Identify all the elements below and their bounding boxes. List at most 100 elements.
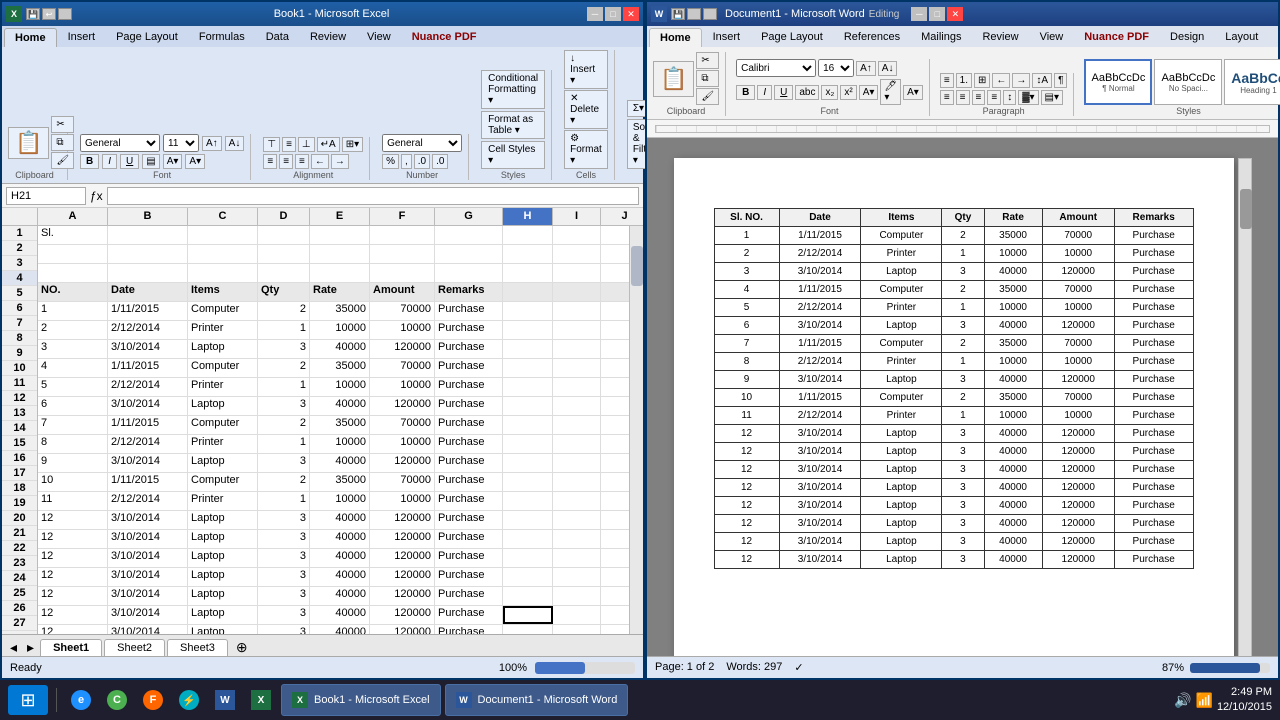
cell-I2[interactable]	[553, 245, 601, 263]
cell-D2[interactable]	[258, 245, 310, 263]
cell-I5[interactable]	[553, 302, 601, 320]
cell-G8[interactable]: Purchase	[435, 359, 503, 377]
cell-B17[interactable]: 3/10/2014	[108, 530, 188, 548]
cell-F17[interactable]: 120000	[370, 530, 435, 548]
cell-E8[interactable]: 35000	[310, 359, 370, 377]
cell-G7[interactable]: Purchase	[435, 340, 503, 358]
cell-G15[interactable]: Purchase	[435, 492, 503, 510]
cell-E6[interactable]: 10000	[310, 321, 370, 339]
cell-A11[interactable]: 7	[38, 416, 108, 434]
cell-J12[interactable]	[601, 435, 629, 453]
word-font-color-btn[interactable]: A▾	[859, 85, 879, 100]
align-bottom-btn[interactable]: ⊥	[298, 137, 315, 152]
cell-D17[interactable]: 3	[258, 530, 310, 548]
cell-B15[interactable]: 2/12/2014	[108, 492, 188, 510]
excel-tab-nuance[interactable]: Nuance PDF	[402, 28, 487, 47]
cell-H12[interactable]	[503, 435, 553, 453]
cell-H21[interactable]	[503, 606, 553, 624]
cell-J21[interactable]	[601, 606, 629, 624]
align-left-btn[interactable]: ≡	[263, 154, 277, 169]
word-redo-btn[interactable]	[703, 8, 717, 20]
comma-btn[interactable]: ,	[401, 154, 412, 169]
cell-E4[interactable]: Rate	[310, 283, 370, 301]
cell-D19[interactable]: 3	[258, 568, 310, 586]
cell-C19[interactable]: Laptop	[188, 568, 258, 586]
word-zoom-slider[interactable]	[1190, 663, 1270, 673]
cell-I11[interactable]	[553, 416, 601, 434]
cell-I1[interactable]	[553, 226, 601, 244]
cell-B22[interactable]: 3/10/2014	[108, 625, 188, 634]
excel-undo[interactable]: ↩	[42, 8, 56, 20]
underline-btn[interactable]: U	[120, 154, 139, 169]
cell-C14[interactable]: Computer	[188, 473, 258, 491]
taskbar-excel-icon[interactable]: X	[245, 684, 277, 716]
cell-G11[interactable]: Purchase	[435, 416, 503, 434]
cell-A17[interactable]: 12	[38, 530, 108, 548]
cell-H17[interactable]	[503, 530, 553, 548]
word-tab-nuance[interactable]: Nuance PDF	[1074, 28, 1159, 47]
cell-G2[interactable]	[435, 245, 503, 263]
cell-H22[interactable]	[503, 625, 553, 634]
word-minimize-btn[interactable]: ─	[911, 7, 927, 21]
cell-F3[interactable]	[370, 264, 435, 282]
cell-H11[interactable]	[503, 416, 553, 434]
cell-H19[interactable]	[503, 568, 553, 586]
italic-btn[interactable]: I	[102, 154, 117, 169]
scrollbar-thumb[interactable]	[631, 246, 643, 286]
cell-J7[interactable]	[601, 340, 629, 358]
cell-F5[interactable]: 70000	[370, 302, 435, 320]
cell-H7[interactable]	[503, 340, 553, 358]
cell-I20[interactable]	[553, 587, 601, 605]
word-text-effects-btn[interactable]: A▾	[903, 85, 923, 100]
cell-H16[interactable]	[503, 511, 553, 529]
word-sort-btn[interactable]: ↕A	[1032, 73, 1052, 88]
conditional-format-btn[interactable]: Conditional Formatting ▾	[481, 70, 545, 109]
word-format-painter-btn[interactable]: 🖌	[696, 88, 719, 105]
cell-A6[interactable]: 2	[38, 321, 108, 339]
word-bullets-btn[interactable]: ≡	[940, 73, 954, 88]
cell-H10[interactable]	[503, 397, 553, 415]
cell-A3[interactable]	[38, 264, 108, 282]
col-header-H[interactable]: H	[503, 208, 553, 225]
style-nospace-btn[interactable]: AaBbCcDc No Spaci...	[1154, 59, 1222, 105]
cell-J1[interactable]	[601, 226, 629, 244]
merge-btn[interactable]: ⊞▾	[342, 137, 363, 152]
cell-E17[interactable]: 40000	[310, 530, 370, 548]
cell-F9[interactable]: 10000	[370, 378, 435, 396]
cell-B9[interactable]: 2/12/2014	[108, 378, 188, 396]
excel-tab-insert[interactable]: Insert	[58, 28, 106, 47]
cell-C10[interactable]: Laptop	[188, 397, 258, 415]
cell-G6[interactable]: Purchase	[435, 321, 503, 339]
cell-E19[interactable]: 40000	[310, 568, 370, 586]
cell-A2[interactable]	[38, 245, 108, 263]
word-undo-btn[interactable]	[687, 8, 701, 20]
cell-F20[interactable]: 120000	[370, 587, 435, 605]
excel-redo[interactable]	[58, 8, 72, 20]
cell-E13[interactable]: 40000	[310, 454, 370, 472]
font-size-select[interactable]: 11	[163, 134, 199, 152]
col-header-F[interactable]: F	[370, 208, 435, 225]
start-button[interactable]: ⊞	[8, 685, 48, 715]
cell-E15[interactable]: 10000	[310, 492, 370, 510]
cell-D20[interactable]: 3	[258, 587, 310, 605]
word-indent-dec[interactable]: ←	[992, 73, 1010, 88]
align-center-btn[interactable]: ≡	[279, 154, 293, 169]
cell-D9[interactable]: 1	[258, 378, 310, 396]
cell-A16[interactable]: 12	[38, 511, 108, 529]
cell-G13[interactable]: Purchase	[435, 454, 503, 472]
cell-H6[interactable]	[503, 321, 553, 339]
increase-font-btn[interactable]: A↑	[202, 136, 222, 151]
decrease-font-btn[interactable]: A↓	[225, 136, 245, 151]
taskbar-ie-icon[interactable]: e	[65, 684, 97, 716]
cell-B1[interactable]	[108, 226, 188, 244]
cell-F8[interactable]: 70000	[370, 359, 435, 377]
cell-C11[interactable]: Computer	[188, 416, 258, 434]
zoom-slider[interactable]	[535, 662, 635, 674]
cell-D16[interactable]: 3	[258, 511, 310, 529]
word-strike-btn[interactable]: abc	[795, 85, 819, 100]
cell-C20[interactable]: Laptop	[188, 587, 258, 605]
cell-J6[interactable]	[601, 321, 629, 339]
fill-color-btn[interactable]: A▾	[163, 154, 183, 169]
cell-E14[interactable]: 35000	[310, 473, 370, 491]
font-color-btn[interactable]: A▾	[185, 154, 205, 169]
